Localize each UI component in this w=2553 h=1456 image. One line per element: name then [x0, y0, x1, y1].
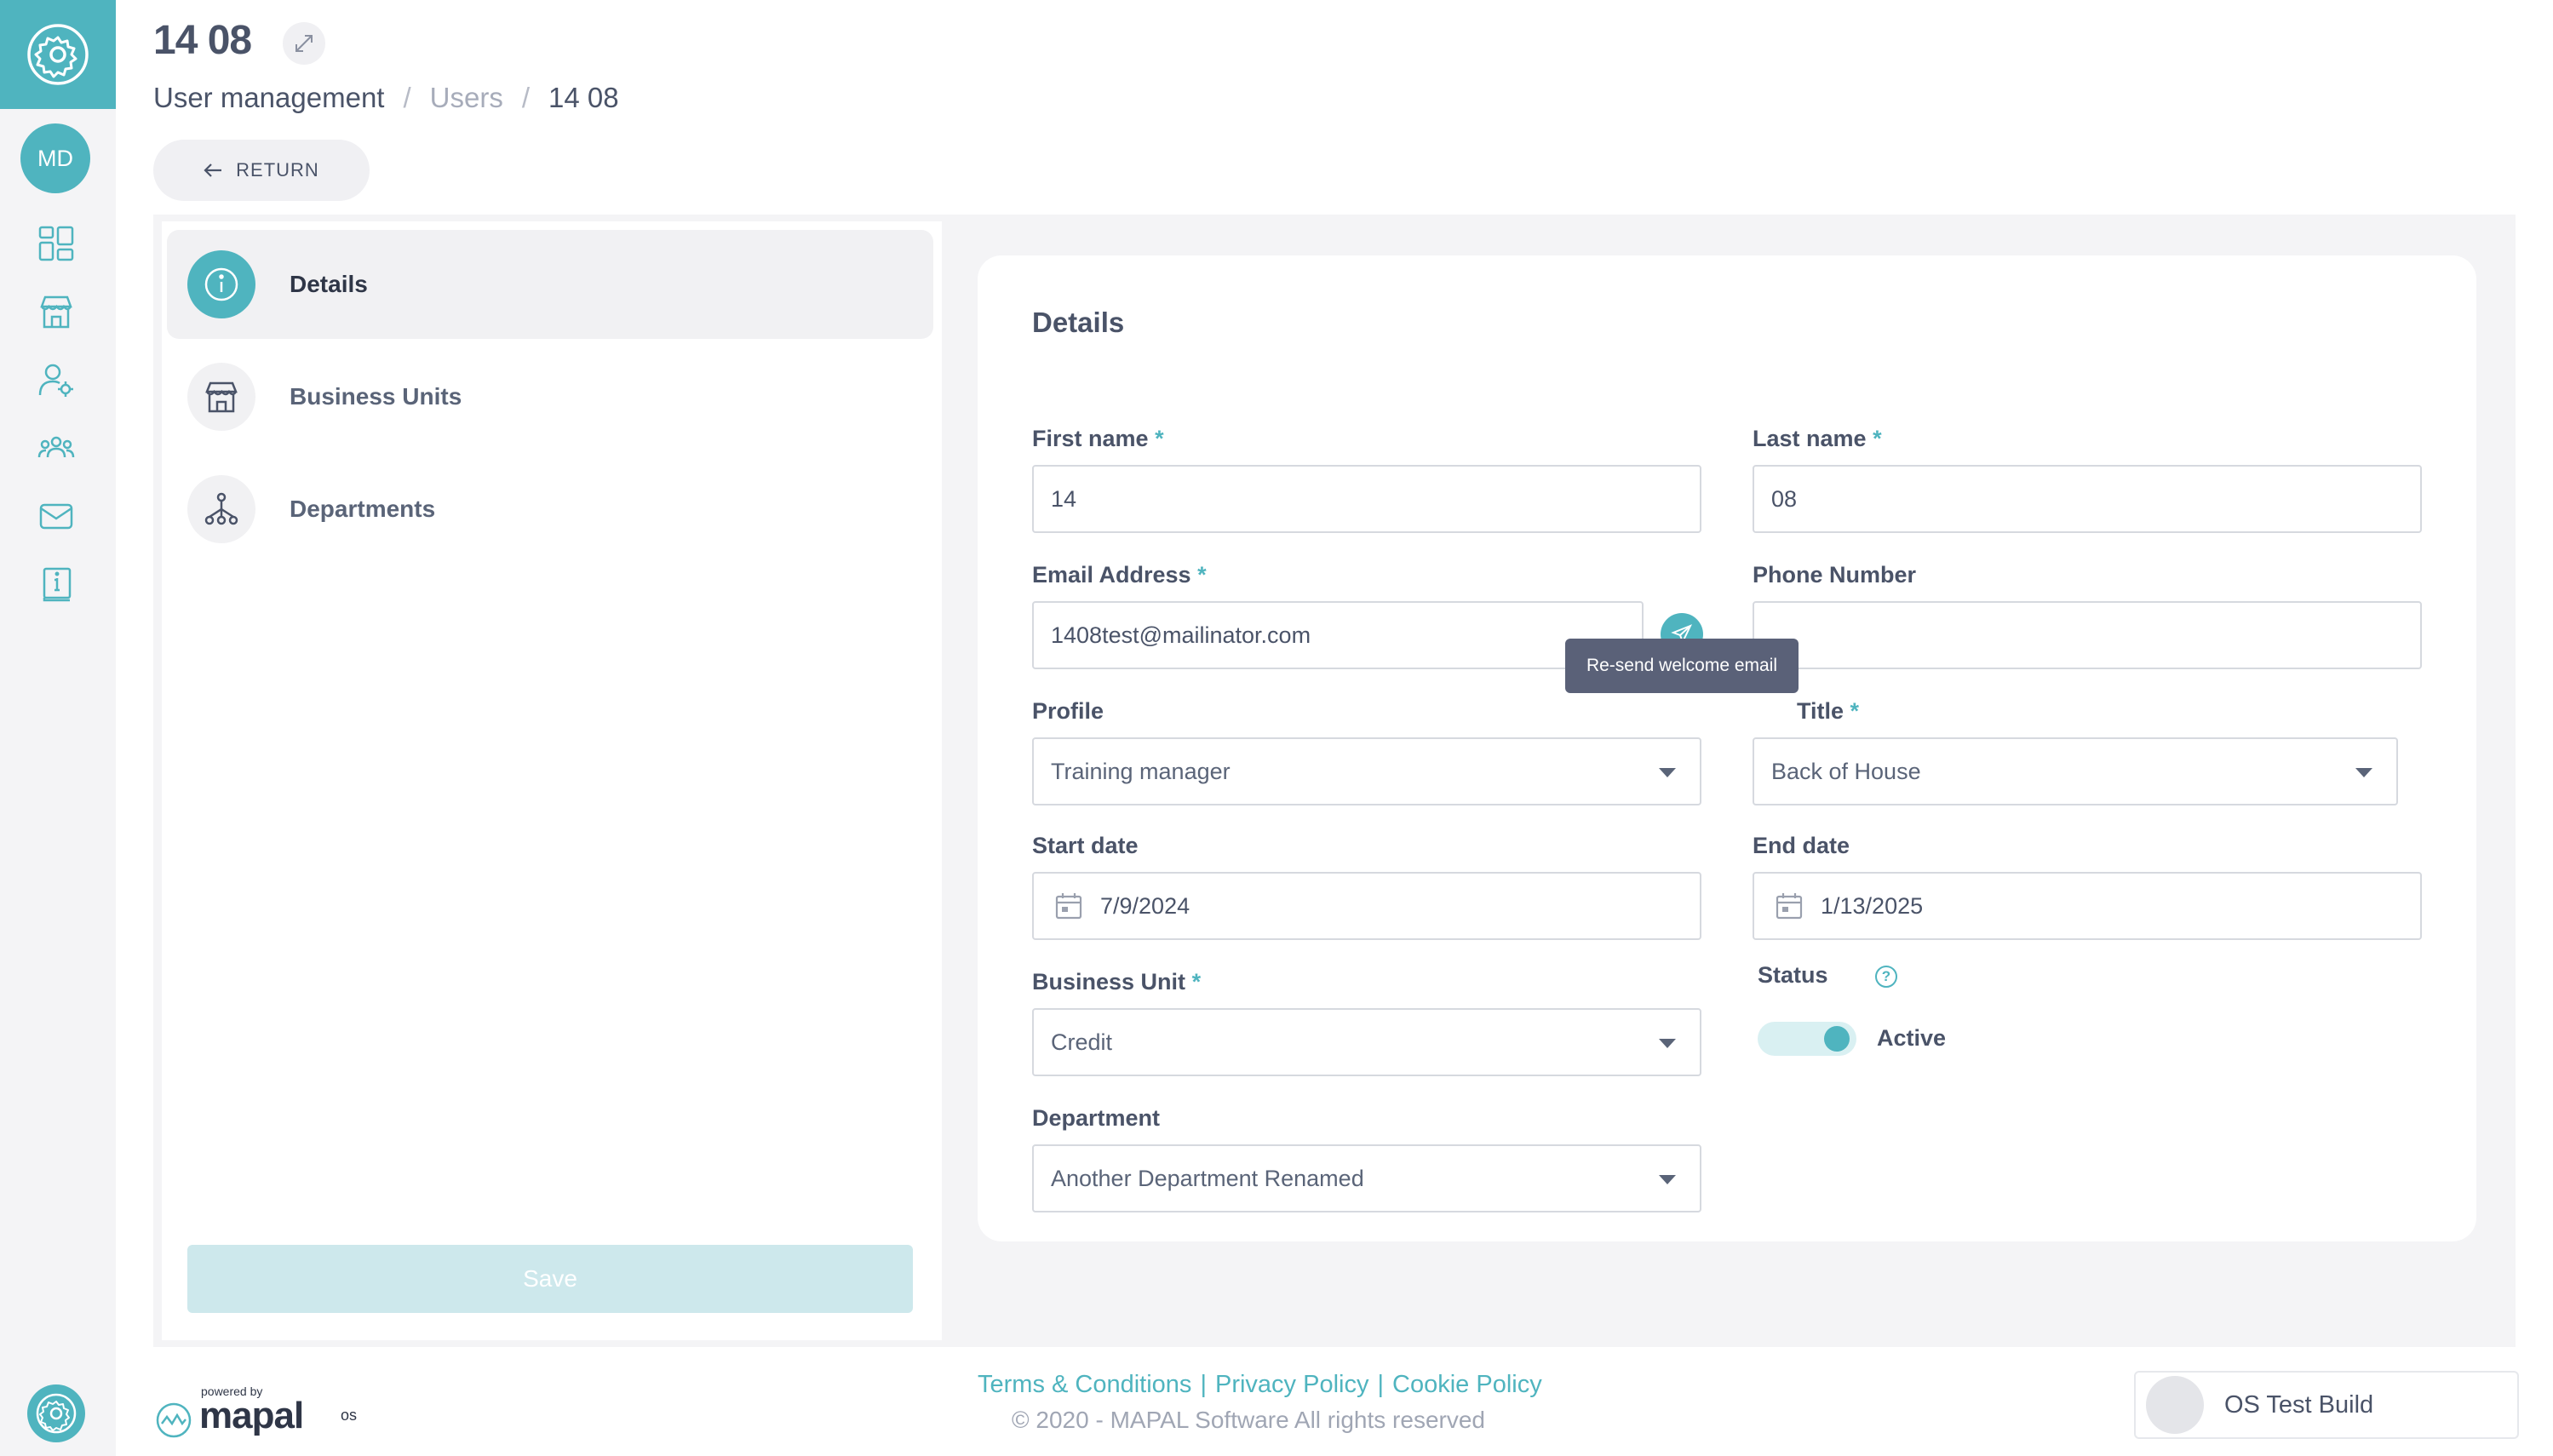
nav-item-label: Departments — [290, 496, 436, 522]
details-card: Details First name * Last name * Email A… — [978, 255, 2476, 1241]
end-date-input[interactable]: 1/13/2025 — [1753, 872, 2422, 940]
nav-item-departments[interactable]: Departments — [167, 455, 933, 564]
status-value: Active — [1877, 1025, 1947, 1051]
section-nav: Details Business Units Departments Save — [162, 221, 942, 1340]
cookie-link[interactable]: Cookie Policy — [1392, 1371, 1542, 1399]
title-value: Back of House — [1771, 758, 1921, 784]
page-title: 14 08 — [153, 18, 252, 63]
brand-suffix: os — [341, 1407, 358, 1424]
caret-down-icon — [1659, 768, 1676, 777]
expand-button[interactable] — [283, 22, 325, 65]
mapal-logo-icon — [156, 1402, 192, 1438]
help-icon[interactable]: ? — [1875, 966, 1897, 988]
dashboard-icon[interactable] — [36, 223, 77, 264]
status-toggle[interactable] — [1758, 1022, 1856, 1056]
app-settings-button[interactable] — [0, 0, 116, 109]
save-button[interactable]: Save — [187, 1245, 913, 1313]
phone-input[interactable] — [1753, 601, 2422, 669]
breadcrumb-current: 14 08 — [548, 82, 619, 113]
store-icon — [187, 363, 255, 431]
status-label: Status — [1758, 962, 1828, 988]
title-label: Title * — [1797, 698, 1860, 724]
footer-divider: | — [1200, 1371, 1207, 1398]
brand-name: mapal — [199, 1395, 304, 1436]
settings-icon — [36, 1393, 77, 1434]
footer-divider: | — [1377, 1371, 1385, 1398]
business-unit-label: Business Unit * — [1032, 969, 1202, 995]
phone-label: Phone Number — [1753, 562, 1917, 588]
copyright: © 2020 - MAPAL Software All rights reser… — [1012, 1407, 1485, 1433]
settings-button[interactable] — [27, 1384, 85, 1442]
breadcrumb-separator: / — [521, 82, 530, 113]
start-date-label: Start date — [1032, 833, 1139, 858]
calendar-icon — [1055, 893, 1082, 920]
end-date-label: End date — [1753, 833, 1850, 858]
calendar-icon — [1776, 893, 1803, 920]
email-label: Email Address * — [1032, 562, 1207, 588]
title-select[interactable]: Back of House — [1753, 737, 2398, 805]
email-input[interactable] — [1032, 601, 1644, 669]
department-label: Department — [1032, 1105, 1161, 1131]
department-select[interactable]: Another Department Renamed — [1032, 1144, 1701, 1212]
toggle-knob — [1824, 1026, 1850, 1052]
nav-item-label: Business Units — [290, 383, 462, 410]
team-icon[interactable] — [36, 427, 77, 468]
caret-down-icon — [1659, 1175, 1676, 1184]
start-date-value: 7/9/2024 — [1100, 892, 1190, 919]
left-rail: MD — [0, 0, 116, 1456]
breadcrumb: User management / Users / 14 08 — [153, 82, 619, 114]
hierarchy-icon — [187, 475, 255, 543]
caret-down-icon — [2355, 768, 2372, 777]
first-name-label: First name * — [1032, 426, 1164, 451]
department-value: Another Department Renamed — [1051, 1165, 1364, 1191]
nav-item-details[interactable]: Details — [167, 230, 933, 339]
privacy-link[interactable]: Privacy Policy — [1215, 1371, 1369, 1399]
breadcrumb-users[interactable]: Users — [430, 82, 503, 114]
powered-by-logo: powered by mapal os — [155, 1384, 368, 1442]
business-unit-select[interactable]: Credit — [1032, 1008, 1701, 1076]
arrow-left-icon — [204, 163, 222, 177]
card-title: Details — [1032, 307, 1125, 338]
nav-item-label: Details — [290, 271, 368, 297]
main-area: Details Business Units Departments Save — [153, 215, 2516, 1347]
business-unit-value: Credit — [1051, 1029, 1113, 1055]
build-indicator: OS Test Build — [2134, 1371, 2519, 1439]
info-icon — [187, 250, 255, 318]
profile-label: Profile — [1032, 698, 1104, 724]
profile-select[interactable]: Training manager — [1032, 737, 1701, 805]
info-book-icon[interactable] — [36, 564, 77, 605]
caret-down-icon — [1659, 1039, 1676, 1048]
last-name-input[interactable] — [1753, 465, 2422, 533]
breadcrumb-root[interactable]: User management — [153, 82, 384, 114]
mail-icon[interactable] — [36, 496, 77, 536]
build-status-dot — [2146, 1376, 2204, 1434]
return-button[interactable]: RETURN — [153, 140, 370, 201]
return-label: RETURN — [236, 159, 319, 181]
start-date-input[interactable]: 7/9/2024 — [1032, 872, 1701, 940]
store-icon[interactable] — [36, 291, 77, 332]
first-name-input[interactable] — [1032, 465, 1701, 533]
profile-value: Training manager — [1051, 758, 1231, 784]
last-name-label: Last name * — [1753, 426, 1882, 451]
settings-icon — [27, 24, 89, 85]
footer-links: Terms & Conditions | Privacy Policy | Co… — [978, 1371, 1542, 1399]
nav-item-business-units[interactable]: Business Units — [167, 342, 933, 451]
breadcrumb-separator: / — [403, 82, 411, 113]
expand-icon — [295, 35, 313, 52]
user-avatar[interactable]: MD — [20, 123, 90, 193]
end-date-value: 1/13/2025 — [1821, 892, 1924, 919]
build-label: OS Test Build — [2224, 1390, 2374, 1419]
user-settings-icon[interactable] — [36, 359, 77, 400]
terms-link[interactable]: Terms & Conditions — [978, 1371, 1191, 1399]
resend-email-tooltip: Re-send welcome email — [1565, 639, 1799, 693]
